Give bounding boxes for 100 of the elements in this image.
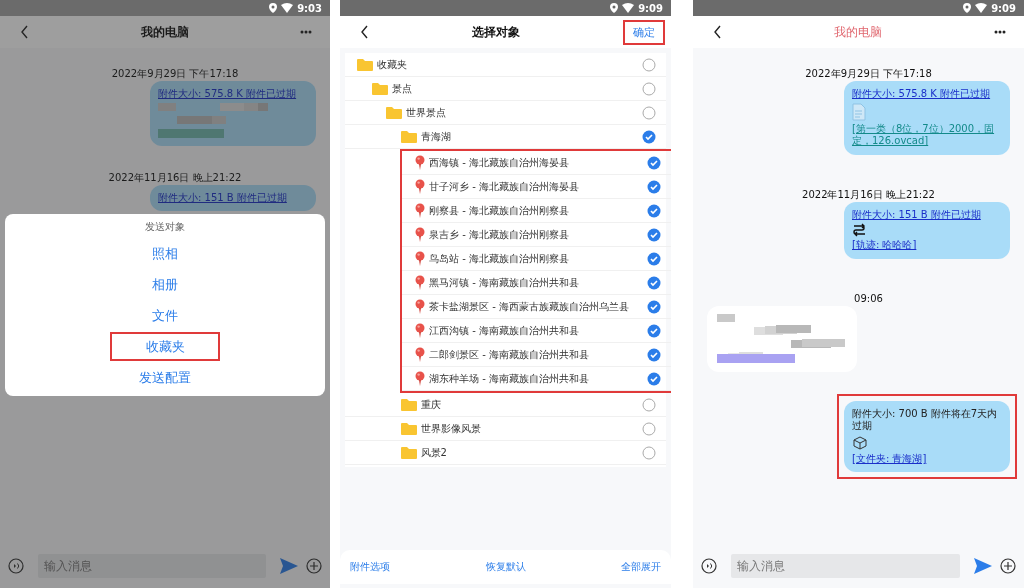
back-icon[interactable] (713, 25, 722, 39)
box-icon (852, 434, 868, 451)
map-pin-icon (415, 275, 425, 290)
tree-item[interactable]: 世界影像风景 (345, 417, 666, 441)
back-icon[interactable] (360, 25, 369, 39)
tree-item[interactable]: 西海镇 - 海北藏族自治州海晏县 (402, 151, 671, 175)
message-time: 2022年11月16日 晚上21:22 (801, 188, 936, 201)
footer-link[interactable]: 附件选项 (348, 558, 392, 576)
check-circle[interactable] (647, 227, 661, 242)
check-circle[interactable] (647, 275, 661, 290)
check-circle[interactable] (647, 179, 661, 194)
check-circle[interactable] (647, 299, 661, 314)
attachment-link[interactable]: [轨迹: 哈哈哈] (852, 239, 917, 252)
file-icon (852, 102, 866, 121)
check-circle[interactable] (647, 203, 661, 218)
message-time: 2022年9月29日 下午17:18 (110, 68, 240, 80)
confirm-button[interactable]: 确定 (623, 19, 665, 45)
check-circle[interactable] (642, 445, 656, 460)
message-time: 2022年11月16日 晚上21:22 (107, 171, 243, 184)
screen-title: 选择对象 (472, 23, 520, 41)
add-icon[interactable] (1000, 558, 1016, 574)
route-icon (852, 223, 867, 237)
send-icon[interactable] (974, 558, 992, 574)
check-circle[interactable] (647, 155, 661, 170)
map-pin-icon (415, 371, 425, 386)
send-icon[interactable] (280, 558, 298, 574)
check-circle[interactable] (642, 421, 656, 436)
location-icon (963, 3, 972, 13)
map-pin-icon (415, 347, 425, 362)
map-pin-icon (415, 203, 425, 218)
map-pin-icon (415, 323, 425, 338)
sheet-option[interactable]: 相册 (110, 270, 220, 299)
tree-item[interactable]: 江西沟镇 - 海南藏族自治州共和县 (402, 319, 671, 343)
message-bubble[interactable]: 附件大小: 151 B 附件已过期 [轨迹: 哈哈哈] (844, 201, 1010, 259)
sheet-option[interactable]: 照相 (110, 239, 220, 268)
message-bubble[interactable]: 附件大小: 575.8 K 附件已过期 (150, 81, 316, 146)
attachment-link[interactable]: 附件大小: 151 B 附件已过期 (852, 208, 981, 221)
check-circle[interactable] (642, 397, 656, 412)
check-circle[interactable] (642, 57, 656, 72)
attachment-link[interactable]: 附件大小: 575.8 K 附件已过期 (852, 88, 991, 101)
check-circle[interactable] (647, 371, 661, 386)
check-circle[interactable] (642, 129, 656, 144)
back-icon[interactable] (20, 25, 29, 39)
tree-item[interactable]: 青海湖 (345, 125, 666, 149)
tree-item[interactable]: 甘子河乡 - 海北藏族自治州海晏县 (402, 175, 671, 199)
tree-item[interactable]: 泉吉乡 - 海北藏族自治州刚察县 (402, 223, 671, 247)
tree-item[interactable]: 茶卡盐湖景区 - 海西蒙古族藏族自治州乌兰县 (402, 295, 671, 319)
wifi-icon (975, 3, 988, 13)
screen-title: 我的电脑 (140, 23, 189, 41)
sheet-option[interactable]: 文件 (110, 301, 220, 330)
folder-icon (400, 130, 417, 143)
folder-icon (386, 106, 402, 119)
sheet-option[interactable]: 发送配置 (110, 363, 220, 392)
message-time: 09:06 (853, 292, 884, 305)
tree-item[interactable]: 刚察县 - 海北藏族自治州刚察县 (402, 199, 671, 223)
check-circle[interactable] (642, 81, 656, 96)
map-pin-icon (415, 299, 425, 314)
add-icon[interactable] (306, 558, 322, 574)
attachment-link[interactable]: 附件大小: 575.8 K 附件已过期 (158, 88, 297, 101)
map-pin-icon (415, 227, 425, 242)
tree-item[interactable]: 重庆 (345, 393, 666, 417)
voice-icon[interactable] (8, 558, 24, 574)
check-circle[interactable] (647, 251, 661, 266)
footer-link[interactable]: 恢复默认 (483, 558, 528, 576)
wifi-icon (622, 3, 635, 13)
footer-link[interactable]: 全部展开 (619, 558, 663, 576)
map-pin-icon (415, 155, 425, 170)
message-bubble[interactable]: 附件大小: 575.8 K 附件已过期 [第一类（8位，7位）2000，固定，126.ovcad] (844, 81, 1010, 155)
tree-item[interactable]: 湖东种羊场 - 海南藏族自治州共和县 (402, 367, 671, 391)
check-circle[interactable] (647, 347, 661, 362)
screen-title: 我的电脑 (834, 23, 882, 41)
tree-item[interactable]: 景点 (345, 77, 666, 101)
message-bubble[interactable] (707, 305, 857, 372)
message-field[interactable]: 输入消息 (731, 554, 960, 578)
tree-item[interactable]: 世界景点 (345, 101, 666, 125)
sheet-title: 发送对象 (145, 220, 185, 234)
check-circle[interactable] (647, 323, 661, 338)
tree-item[interactable]: 收藏夹 (345, 53, 666, 77)
message-time: 2022年9月29日 下午17:18 (804, 68, 933, 80)
tree-item[interactable]: 二郎剑景区 - 海南藏族自治州共和县 (402, 343, 671, 367)
attachment-link[interactable]: [文件夹: 青海湖] (852, 452, 927, 465)
location-icon (610, 3, 619, 13)
message-field[interactable]: 输入消息 (38, 554, 266, 578)
tree-item[interactable]: 风景2 (345, 441, 666, 465)
tree-item[interactable]: 黑马河镇 - 海南藏族自治州共和县 (402, 271, 671, 295)
status-time: 9:09 (991, 2, 1016, 14)
message-bubble[interactable]: 附件大小: 700 B 附件将在7天内过期 [文件夹: 青海湖] (844, 400, 1010, 472)
voice-icon[interactable] (701, 558, 717, 574)
more-icon[interactable] (300, 30, 312, 34)
message-bubble[interactable]: 附件大小: 151 B 附件已过期 (150, 184, 316, 211)
map-pin-icon (415, 251, 425, 266)
location-icon (269, 3, 278, 13)
tree-item[interactable]: 鸟岛站 - 海北藏族自治州刚察县 (402, 247, 671, 271)
folder-icon (357, 58, 373, 71)
more-icon[interactable] (994, 30, 1006, 34)
sheet-option[interactable]: 收藏夹 (110, 332, 220, 361)
folder-icon (400, 422, 417, 435)
attachment-link[interactable]: 附件大小: 151 B 附件已过期 (158, 191, 287, 204)
check-circle[interactable] (642, 105, 656, 120)
attachment-info: 附件大小: 700 B 附件将在7天内过期 (852, 407, 999, 433)
